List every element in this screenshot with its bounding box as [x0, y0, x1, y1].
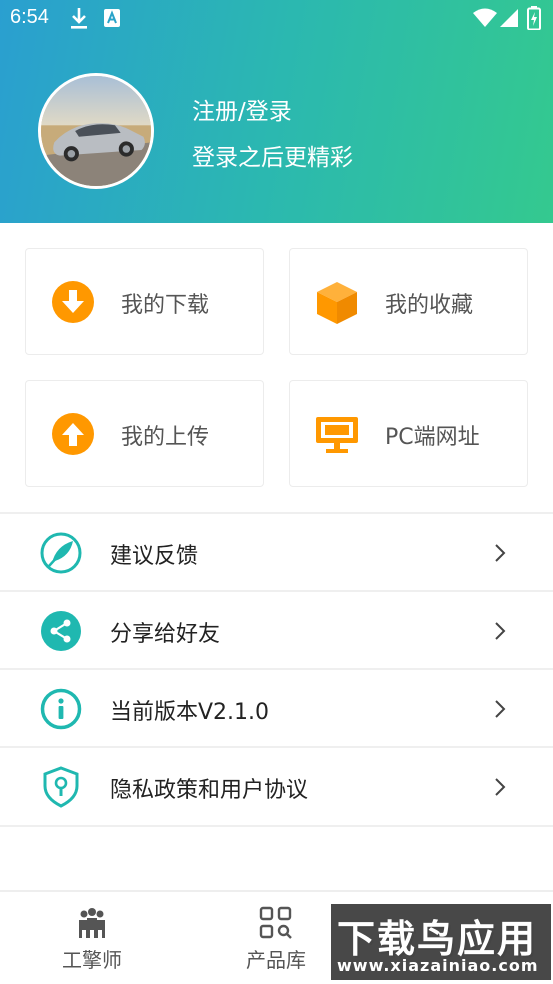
monitor-icon	[316, 417, 358, 453]
car-photo	[41, 76, 151, 186]
share-icon	[41, 611, 81, 651]
share-row[interactable]: 分享给好友	[0, 592, 553, 669]
chevron-right-icon	[495, 544, 506, 562]
download-circle-icon	[52, 281, 94, 323]
signal-icon	[500, 9, 518, 27]
row-label: 分享给好友	[110, 622, 221, 647]
box-icon	[317, 282, 357, 324]
feedback-row[interactable]: 建议反馈	[0, 514, 553, 591]
watermark-main: 下载鸟应用	[337, 917, 538, 961]
login-register-link[interactable]: 注册/登录	[192, 92, 292, 126]
feather-icon	[40, 532, 82, 574]
chevron-right-icon	[495, 778, 506, 796]
card-label: 我的收藏	[385, 293, 474, 318]
grid-search-icon	[259, 906, 292, 939]
nav-product-library[interactable]: 产品库	[206, 892, 346, 984]
nav-label: 产品库	[246, 948, 306, 972]
privacy-row[interactable]: 隐私政策和用户协议	[0, 748, 553, 825]
card-label: 我的下载	[121, 293, 210, 318]
pc-website-card[interactable]: PC端网址	[289, 380, 528, 487]
status-time: 6:54	[10, 6, 49, 28]
info-icon	[40, 688, 82, 730]
version-row[interactable]: 当前版本V2.1.0	[0, 670, 553, 747]
divider	[0, 825, 553, 827]
profile-header: 6:54 注册/登录 登录之后更精彩	[0, 0, 553, 223]
chevron-right-icon	[495, 700, 506, 718]
watermark-url: www.xiazainiao.com	[337, 956, 539, 975]
upload-circle-icon	[52, 413, 94, 455]
shield-keyhole-icon	[43, 766, 79, 808]
row-label: 当前版本V2.1.0	[110, 700, 270, 725]
row-label: 隐私政策和用户协议	[110, 778, 309, 803]
people-icon	[79, 908, 105, 938]
login-subtitle: 登录之后更精彩	[192, 145, 353, 171]
my-favorites-card[interactable]: 我的收藏	[289, 248, 528, 355]
card-label: PC端网址	[385, 425, 480, 450]
chevron-right-icon	[495, 622, 506, 640]
my-uploads-card[interactable]: 我的上传	[25, 380, 264, 487]
status-bar: 6:54	[0, 0, 553, 38]
watermark: 下载鸟应用 www.xiazainiao.com	[331, 904, 551, 980]
my-downloads-card[interactable]: 我的下载	[25, 248, 264, 355]
row-label: 建议反馈	[110, 544, 199, 569]
nav-label: 工擎师	[62, 948, 122, 972]
download-notification-icon	[71, 8, 87, 29]
card-label: 我的上传	[121, 425, 210, 450]
battery-icon	[527, 6, 541, 30]
app-notification-icon	[104, 9, 120, 27]
wifi-icon	[473, 8, 497, 27]
avatar[interactable]	[38, 73, 154, 189]
nav-engineers[interactable]: 工擎师	[22, 892, 162, 984]
